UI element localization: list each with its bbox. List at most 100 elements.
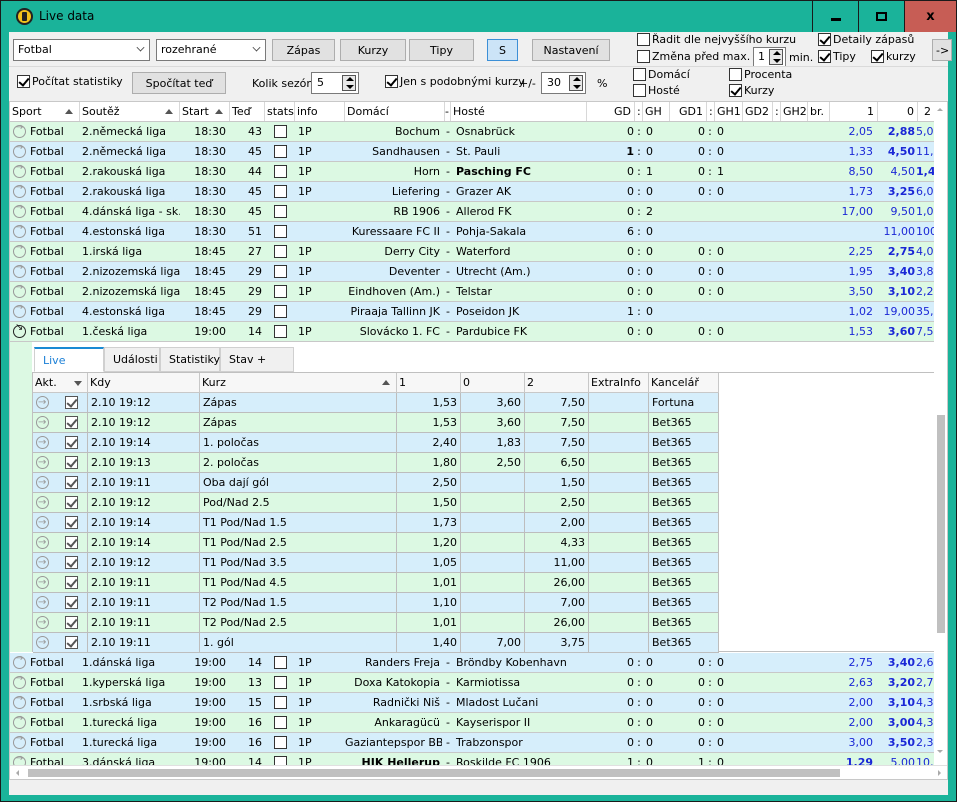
row-arrow-icon[interactable] [36, 433, 49, 452]
col-odds-0[interactable]: 0 [878, 102, 918, 121]
settings-button[interactable]: Nastavení [532, 39, 610, 61]
col-stats[interactable]: stats [265, 102, 295, 121]
active-checkbox[interactable] [65, 596, 78, 609]
col-gh1[interactable]: GH1 [715, 102, 743, 121]
tab-events[interactable]: Události [104, 347, 160, 372]
spinner-arrows-icon[interactable] [569, 75, 583, 91]
sort-highest-checkbox[interactable]: Řadit dle nejvyššího kurzu [637, 33, 796, 46]
collapse-row-icon[interactable] [13, 322, 26, 338]
expand-arrow-button[interactable]: -> [932, 39, 952, 61]
seasons-spinner[interactable]: 5 [311, 72, 359, 94]
stats-checkbox[interactable] [274, 165, 287, 178]
scroll-down-icon[interactable] [937, 750, 943, 753]
row-arrow-icon[interactable] [36, 593, 49, 612]
odds-row[interactable]: 2.10 19:111. gól1,407,003,75 Bet365 [33, 633, 719, 653]
similar-odds-checkbox[interactable]: Jen s podobnými kurzy [385, 75, 525, 88]
matches-grid[interactable]: Sport Soutěž Start Teď stats info Domácí… [9, 101, 948, 780]
row-arrow-icon[interactable] [36, 413, 49, 432]
expand-row-icon[interactable] [13, 713, 26, 729]
match-row[interactable]: Fotbal 1.dánská liga 19:00 14 1P Randers Frej… [10, 653, 935, 673]
match-row[interactable]: Fotbal 2.německá liga 18:30 45 1P Sandhausen-… [10, 142, 935, 162]
active-checkbox[interactable] [65, 616, 78, 629]
match-row[interactable]: Fotbal 1.irská liga 18:45 27 1P Derry City-Wa… [10, 242, 935, 262]
row-arrow-icon[interactable] [36, 553, 49, 572]
row-arrow-icon[interactable] [36, 513, 49, 532]
expand-row-icon[interactable] [13, 222, 26, 238]
match-row[interactable]: Fotbal 4.estonská liga 18:30 51 Kuressaare F… [10, 222, 935, 242]
stats-checkbox[interactable] [274, 656, 287, 669]
row-arrow-icon[interactable] [36, 613, 49, 632]
odds-row[interactable]: 2.10 19:12Zápas1,533,607,50 Bet365 [33, 413, 719, 433]
col-info[interactable]: info [295, 102, 345, 121]
col-colon1[interactable]: : [707, 102, 715, 121]
odds-row[interactable]: 2.10 19:141. poločas2,401,837,50 Bet365 [33, 433, 719, 453]
active-checkbox[interactable] [65, 476, 78, 489]
state-select[interactable]: rozehrané [156, 39, 266, 61]
expand-row-icon[interactable] [13, 733, 26, 749]
vertical-scroll-thumb[interactable] [937, 415, 945, 633]
active-checkbox[interactable] [65, 536, 78, 549]
stats-checkbox[interactable] [274, 305, 287, 318]
odds-row[interactable]: 2.10 19:11T1 Pod/Nad 4.51,01 26,00 Bet365 [33, 573, 719, 593]
match-row[interactable]: Fotbal 1.česká liga 19:00 14 1P Slovácko 1. F… [10, 322, 935, 342]
tips-button[interactable]: Tipy [409, 39, 474, 61]
tab-live-odds[interactable]: Live kurzy [34, 347, 104, 391]
stats-checkbox[interactable] [274, 185, 287, 198]
tips-checkbox[interactable]: Tipy [818, 50, 856, 63]
expand-row-icon[interactable] [13, 182, 26, 198]
active-checkbox[interactable] [65, 516, 78, 529]
col-sport[interactable]: Sport [10, 102, 80, 121]
plusminus-spinner[interactable]: 30 [541, 72, 586, 94]
home-checkbox[interactable]: Domácí [633, 68, 690, 81]
row-arrow-icon[interactable] [36, 573, 49, 592]
odds-row[interactable]: 2.10 19:11Oba dají gól2,50 1,50 Bet365 [33, 473, 719, 493]
minimize-button[interactable] [812, 1, 858, 32]
count-now-button[interactable]: Spočítat teď [132, 72, 226, 94]
s-button[interactable]: S [487, 39, 518, 61]
col-bookie[interactable]: Kancelář [649, 373, 719, 393]
match-row[interactable]: Fotbal 2.německá liga 18:30 43 1P Bochum-Osna… [10, 122, 935, 142]
stats-checkbox[interactable] [274, 736, 287, 749]
expand-row-icon[interactable] [13, 262, 26, 278]
odds-row[interactable]: 2.10 19:12T1 Pod/Nad 3.51,05 11,00 Bet365 [33, 553, 719, 573]
match-details-checkbox[interactable]: Detaily zápasů [818, 33, 914, 46]
expand-row-icon[interactable] [13, 653, 26, 669]
row-arrow-icon[interactable] [36, 633, 49, 652]
active-checkbox[interactable] [65, 636, 78, 649]
match-row[interactable]: Fotbal 1.turecká liga 19:00 16 1P Gaziantepsp… [10, 733, 935, 753]
active-checkbox[interactable] [65, 496, 78, 509]
expand-row-icon[interactable] [13, 282, 26, 298]
spinner-arrows-icon[interactable] [342, 75, 356, 91]
col-odds-1[interactable]: 1 [830, 102, 878, 121]
stats-checkbox[interactable] [274, 325, 287, 338]
active-checkbox[interactable] [65, 456, 78, 469]
expand-row-icon[interactable] [13, 302, 26, 318]
expand-row-icon[interactable] [13, 242, 26, 258]
col-gd[interactable]: GD [587, 102, 635, 121]
match-row[interactable]: Fotbal 1.srbská liga 19:00 15 1P Radnički Niš… [10, 693, 935, 713]
scroll-up-icon[interactable] [937, 108, 943, 111]
col-start[interactable]: Start [180, 102, 230, 121]
match-row[interactable]: Fotbal 4.estonská liga 18:45 29 Piraaja Tall… [10, 302, 935, 322]
stats-checkbox[interactable] [274, 716, 287, 729]
row-arrow-icon[interactable] [36, 453, 49, 472]
col-active[interactable]: Akt. [33, 373, 88, 393]
col-when[interactable]: Kdy [88, 373, 200, 393]
col-now[interactable]: Teď [230, 102, 265, 121]
col-bet[interactable]: Kurz [200, 373, 397, 393]
col-home[interactable]: Domácí [345, 102, 445, 121]
col-league[interactable]: Soutěž [80, 102, 180, 121]
stats-checkbox[interactable] [274, 676, 287, 689]
col-o2[interactable]: 2 [525, 373, 589, 393]
col-gh2[interactable]: GH2 [781, 102, 808, 121]
percent-checkbox[interactable]: Procenta [729, 68, 792, 81]
col-break[interactable]: br. [808, 102, 830, 121]
active-checkbox[interactable] [65, 576, 78, 589]
stats-checkbox[interactable] [274, 245, 287, 258]
stats-checkbox[interactable] [274, 205, 287, 218]
odds-row[interactable]: 2.10 19:132. poločas1,802,506,50 Bet365 [33, 453, 719, 473]
expand-row-icon[interactable] [13, 142, 26, 158]
col-gd1[interactable]: GD1 [670, 102, 707, 121]
vertical-scrollbar[interactable] [934, 102, 947, 767]
col-o1[interactable]: 1 [397, 373, 461, 393]
